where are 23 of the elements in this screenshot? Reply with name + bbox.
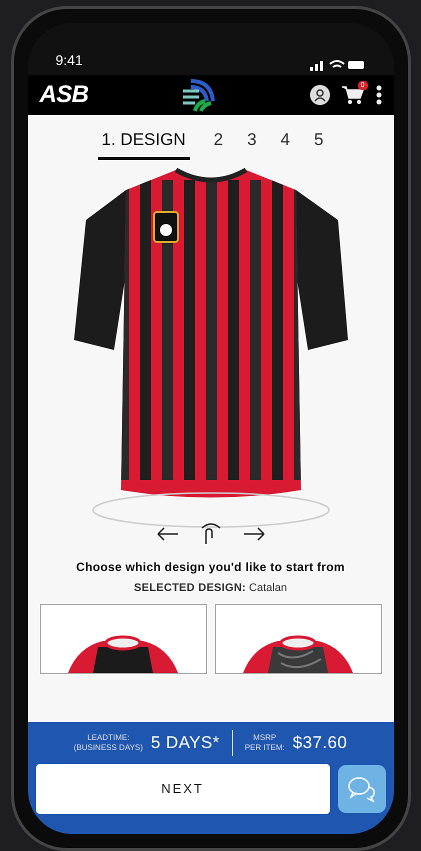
selected-design: SELECTED DESIGN: Catalan	[134, 580, 287, 596]
msrp-label: MSRP PER ITEM:	[244, 733, 285, 753]
price-value: $37.60	[292, 732, 348, 754]
design-prompt: Choose which design you'd like to start from	[76, 558, 345, 576]
step-tab[interactable]: 4	[280, 127, 290, 160]
leadtime-label: LEADTIME: (BUSINESS DAYS)	[74, 733, 143, 753]
leadtime-value: 5 DAYS*	[150, 732, 220, 754]
app-logo[interactable]: ASB	[40, 77, 88, 113]
design-card[interactable]	[40, 604, 206, 674]
brand-logo-icon	[180, 77, 217, 113]
chat-icon	[346, 775, 376, 803]
step-tab[interactable]: 3	[247, 127, 257, 160]
step-tab[interactable]: 5	[314, 127, 324, 160]
more-menu-icon[interactable]	[376, 85, 382, 105]
status-time: 9:41	[56, 51, 83, 70]
chat-button[interactable]	[338, 765, 386, 813]
account-icon[interactable]	[310, 85, 330, 105]
next-button[interactable]: NEXT	[36, 764, 330, 814]
step-tab[interactable]: 2	[214, 127, 224, 160]
step-tab[interactable]: 1. DESIGN	[98, 127, 190, 160]
design-card[interactable]	[214, 604, 382, 674]
rotate-gesture-icon[interactable]	[156, 522, 266, 546]
status-icons	[310, 59, 366, 71]
